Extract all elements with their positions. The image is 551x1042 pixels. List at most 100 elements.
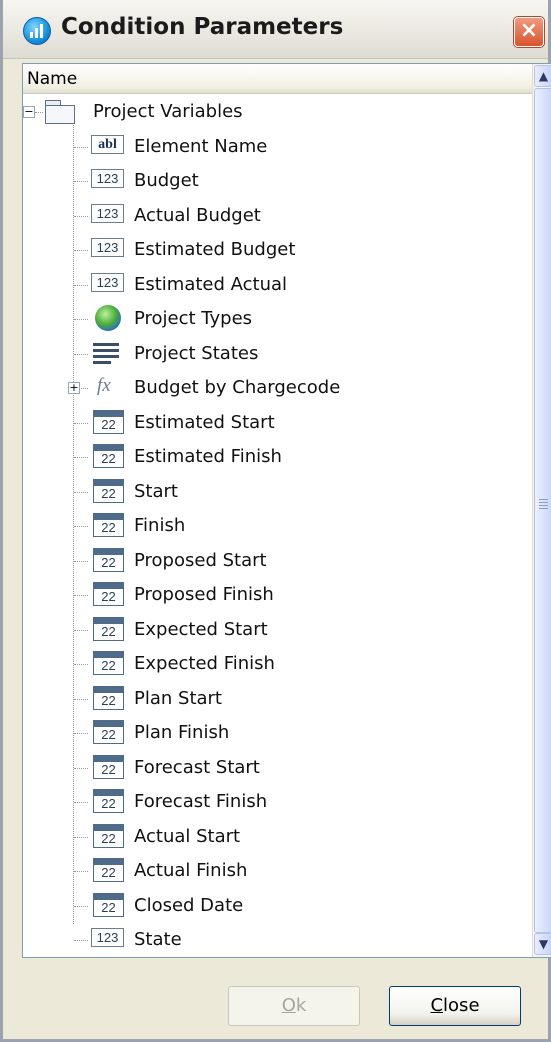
- tree-item[interactable]: abl Element Name: [23, 130, 532, 164]
- list-icon: [91, 340, 121, 366]
- date-icon: 22: [90, 857, 126, 883]
- grip-icon: [539, 499, 548, 511]
- tree-branch-line: [74, 664, 88, 665]
- tree-item-label: Finish: [134, 515, 186, 536]
- tree-item[interactable]: 22 Finish: [23, 509, 532, 543]
- number-icon: 123: [91, 238, 124, 257]
- tree-item-label: Estimated Budget: [134, 239, 296, 260]
- tree-item[interactable]: 22 Estimated Start: [23, 406, 532, 440]
- tree-branch-line: [74, 492, 88, 493]
- date-icon: 22: [90, 788, 126, 814]
- tree-item-label: Plan Start: [134, 688, 222, 709]
- scroll-down-icon[interactable]: ▼: [534, 933, 551, 955]
- title-bar[interactable]: Condition Parameters ×: [3, 0, 548, 59]
- column-header-name[interactable]: Name: [23, 64, 532, 94]
- tree-item[interactable]: 123 Actual Budget: [23, 199, 532, 233]
- tree-branch-line: [74, 561, 88, 562]
- tree-branch-line: [74, 699, 88, 700]
- tree-item[interactable]: 22 Plan Finish: [23, 716, 532, 750]
- tree-item-label: Actual Finish: [134, 860, 248, 881]
- tree-branch-line: [74, 319, 88, 320]
- close-button[interactable]: Close: [389, 986, 521, 1026]
- date-icon: 22: [90, 719, 126, 745]
- date-icon: 22: [90, 443, 126, 469]
- text-field-icon: abl: [91, 135, 124, 154]
- ok-button[interactable]: Ok: [228, 986, 360, 1026]
- number-icon: 123: [91, 169, 124, 188]
- tree-item[interactable]: 22 Start: [23, 475, 532, 509]
- tree-item-label: Proposed Start: [134, 550, 267, 571]
- tree-item[interactable]: 123 Budget: [23, 164, 532, 198]
- root-branch-line: [35, 112, 43, 113]
- tree-branch-line: [74, 423, 88, 424]
- tree-item[interactable]: + fx Budget by Chargecode: [23, 371, 532, 405]
- parameters-tree-panel: Name − Project Variables abl Element Name…: [22, 63, 551, 958]
- tree-item[interactable]: Project Types: [23, 302, 532, 336]
- tree-root-label: Project Variables: [93, 101, 243, 122]
- tree-item-label: Actual Start: [134, 826, 241, 847]
- tree-item-label: Actual Budget: [134, 205, 261, 226]
- tree-item-label: Plan Finish: [134, 722, 230, 743]
- tree-item-label: Element Name: [134, 136, 268, 157]
- tree-branch-line: [74, 802, 88, 803]
- tree-branch-line: [74, 354, 88, 355]
- tree-branch-line: [74, 940, 88, 941]
- collapse-icon[interactable]: −: [23, 106, 35, 118]
- close-icon[interactable]: ×: [514, 17, 544, 47]
- tree-item[interactable]: 22 Expected Finish: [23, 647, 532, 681]
- expand-icon[interactable]: +: [68, 382, 80, 394]
- tree-item-label: Budget by Chargecode: [134, 377, 341, 398]
- tree-item-label: Project States: [134, 343, 259, 364]
- tree-item[interactable]: 22 Plan Start: [23, 682, 532, 716]
- tree-item-label: Estimated Start: [134, 412, 275, 433]
- tree-item[interactable]: 22 Proposed Start: [23, 544, 532, 578]
- vertical-scrollbar[interactable]: ▲ ▼: [532, 64, 551, 957]
- tree-item-label: Estimated Finish: [134, 446, 282, 467]
- tree-item[interactable]: 22 Forecast Finish: [23, 785, 532, 819]
- tree-item-label: Start: [134, 481, 178, 502]
- tree-item-label: Expected Start: [134, 619, 268, 640]
- number-icon: 123: [91, 273, 124, 292]
- date-icon: 22: [90, 754, 126, 780]
- scroll-thumb[interactable]: [534, 88, 551, 933]
- tree-item-label: Forecast Finish: [134, 791, 268, 812]
- date-icon: 22: [90, 616, 126, 642]
- app-chart-icon: [23, 17, 51, 45]
- date-icon: 22: [90, 581, 126, 607]
- tree-item[interactable]: 22 Expected Start: [23, 613, 532, 647]
- dialog-title: Condition Parameters: [61, 14, 344, 40]
- tree-item[interactable]: 22 Actual Finish: [23, 854, 532, 888]
- scroll-up-icon[interactable]: ▲: [534, 65, 551, 87]
- column-header-label: Name: [27, 69, 78, 89]
- tree-item-label: Closed Date: [134, 895, 244, 916]
- tree-item[interactable]: 22 Closed Date: [23, 889, 532, 923]
- tree-item-label: Expected Finish: [134, 653, 275, 674]
- globe-icon: [95, 305, 121, 331]
- tree-branch-line: [74, 147, 88, 148]
- tree-item[interactable]: 22 Actual Start: [23, 820, 532, 854]
- tree-branch-line: [74, 216, 88, 217]
- number-icon: 123: [91, 928, 124, 947]
- date-icon: 22: [90, 512, 126, 538]
- tree-item[interactable]: Project States: [23, 337, 532, 371]
- date-icon: 22: [90, 685, 126, 711]
- number-icon: 123: [91, 204, 124, 223]
- date-icon: 22: [90, 409, 126, 435]
- tree-branch-line: [74, 906, 88, 907]
- tree-item[interactable]: 123 State: [23, 923, 532, 957]
- button-bar: Ok Close: [3, 958, 548, 1039]
- tree-item[interactable]: 22 Estimated Finish: [23, 440, 532, 474]
- tree-item[interactable]: 22 Forecast Start: [23, 751, 532, 785]
- tree-root-row[interactable]: − Project Variables: [23, 95, 532, 129]
- tree-item[interactable]: 123 Estimated Actual: [23, 268, 532, 302]
- tree-branch-line: [74, 630, 88, 631]
- tree-item[interactable]: 22 Proposed Finish: [23, 578, 532, 612]
- tree-branch-line: [74, 768, 88, 769]
- date-icon: 22: [90, 823, 126, 849]
- tree-item[interactable]: 123 Estimated Budget: [23, 233, 532, 267]
- date-icon: 22: [90, 478, 126, 504]
- parameters-tree: − Project Variables abl Element Name 123 Bu…: [23, 95, 532, 957]
- date-icon: 22: [90, 892, 126, 918]
- tree-branch-line: [74, 181, 88, 182]
- tree-branch-line: [74, 526, 88, 527]
